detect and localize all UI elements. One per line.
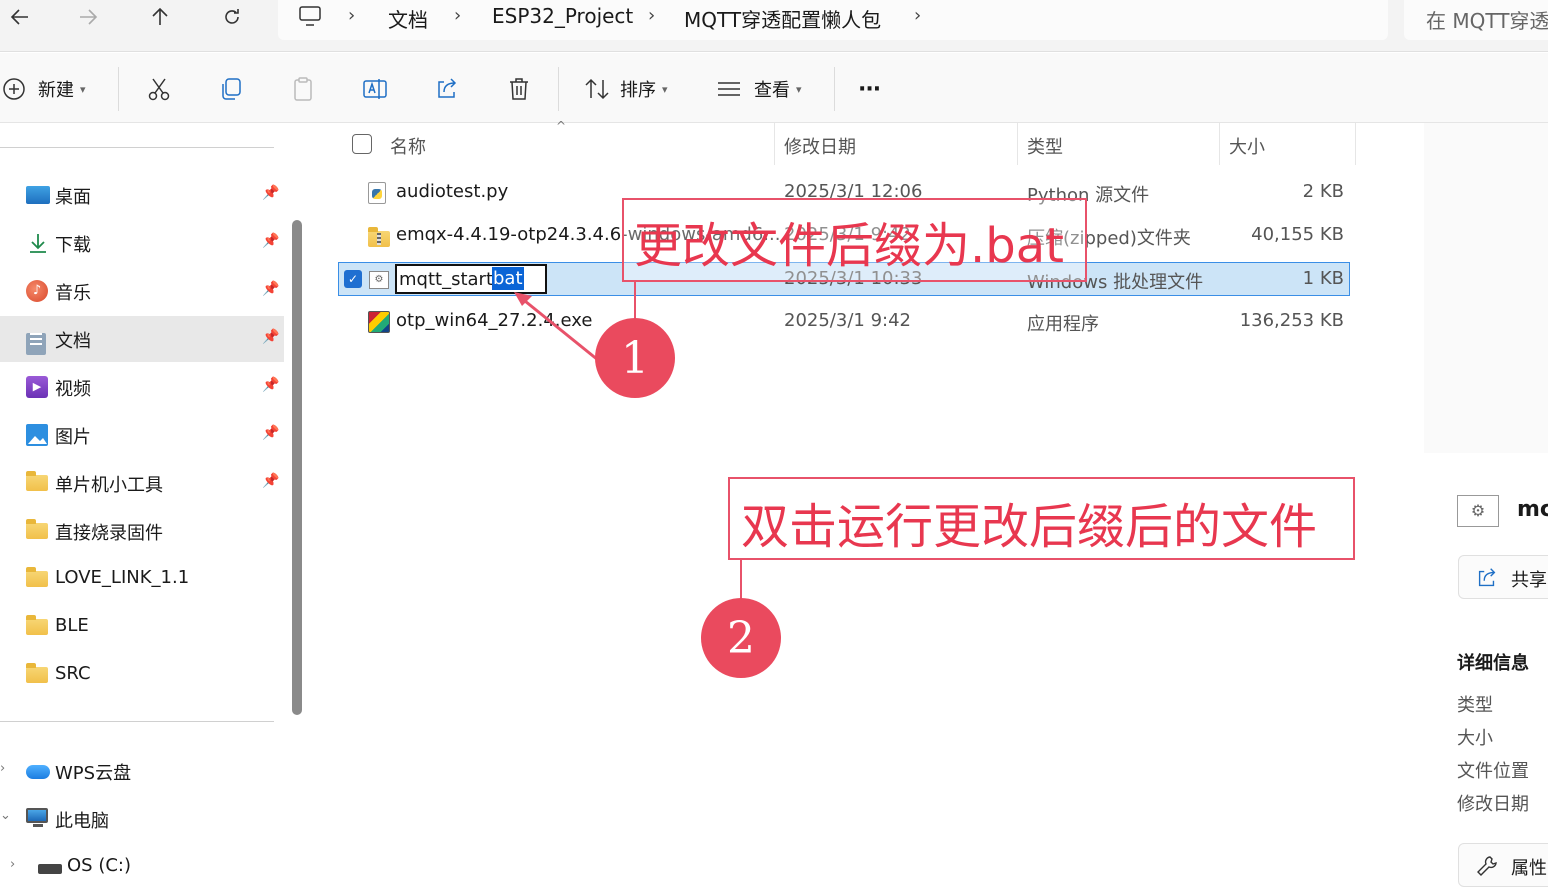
annotation-text-2: 双击运行更改后缀后的文件 [741,499,1318,555]
annotation-callout-1: 更改文件后缀为.bat [622,198,1087,282]
annotation-lines [514,282,742,600]
step-badge-1: 1 [595,318,675,398]
annotation-text-1: 更改文件后缀为.bat [634,218,1064,274]
annotation-callout-2: 双击运行更改后缀后的文件 [728,477,1355,560]
step-badge-2: 2 [701,598,781,678]
